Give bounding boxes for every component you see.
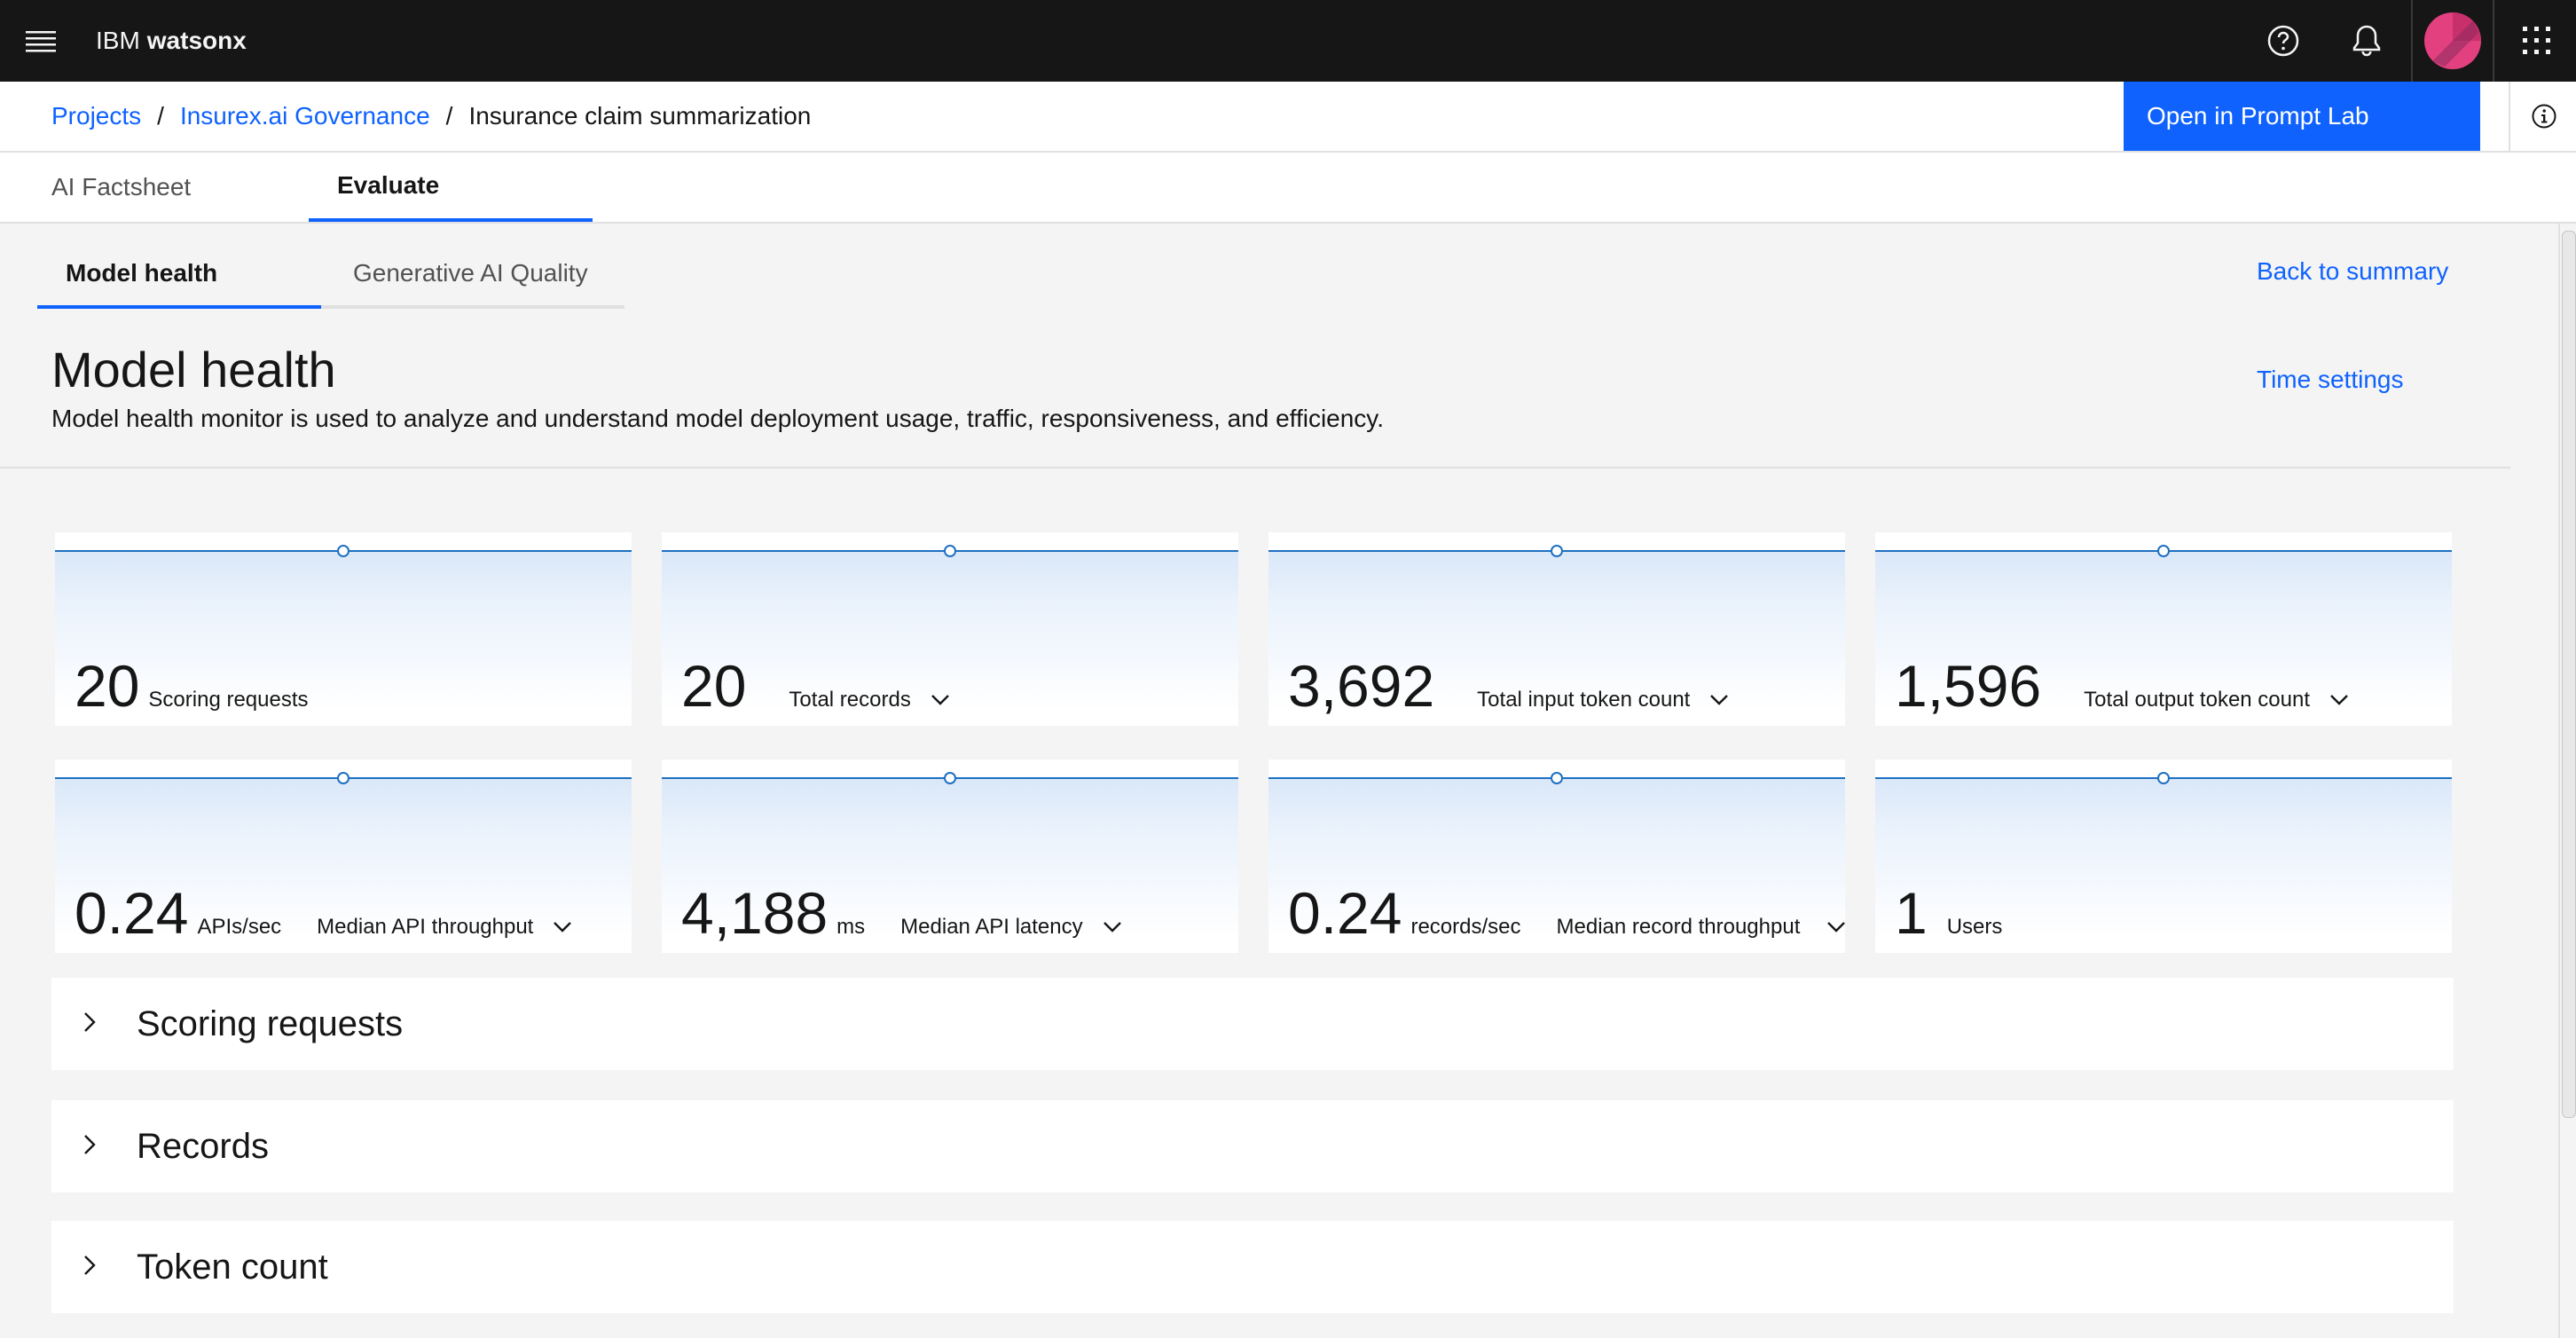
app-switcher-icon[interactable] xyxy=(2496,0,2576,82)
scrollbar-thumb[interactable] xyxy=(2562,231,2576,1118)
sparkline-marker xyxy=(944,772,956,784)
metric-tile-scoring-requests: 20 Scoring requests xyxy=(55,532,632,726)
divider xyxy=(0,467,2510,468)
metric-label: Scoring requests xyxy=(148,688,309,712)
chevron-right-icon xyxy=(83,1011,96,1037)
sparkline-marker xyxy=(1551,545,1563,557)
metric-tile-total-input-token-count: 3,692 Total input token count xyxy=(1268,532,1845,726)
metric-value: 4,188 xyxy=(681,880,829,946)
metric-tile-median-api-latency: 4,188 ms Median API latency xyxy=(662,760,1238,953)
page-title: Model health xyxy=(51,342,336,397)
metric-tile-median-api-throughput: 0.24 APIs/sec Median API throughput xyxy=(55,760,632,953)
metric-tile-total-records: 20 Total records xyxy=(662,532,1238,726)
metric-unit: APIs/sec xyxy=(197,915,282,939)
chevron-down-icon[interactable] xyxy=(553,921,572,933)
sparkline-marker xyxy=(337,772,349,784)
metric-label: Total input token count xyxy=(1477,688,1691,712)
chevron-down-icon[interactable] xyxy=(1709,694,1729,706)
breadcrumb-projects[interactable]: Projects xyxy=(51,102,141,130)
metric-value: 20 xyxy=(75,653,140,719)
metric-label: Total output token count xyxy=(2084,688,2311,712)
sparkline-marker xyxy=(337,545,349,557)
chevron-down-icon[interactable] xyxy=(1103,921,1122,933)
accordion-title: Records xyxy=(137,1126,269,1166)
sparkline-marker xyxy=(2157,772,2170,784)
chevron-right-icon xyxy=(83,1255,96,1280)
chevron-down-icon[interactable] xyxy=(931,694,950,706)
sparkline-marker xyxy=(1551,772,1563,784)
metric-unit: records/sec xyxy=(1410,915,1521,939)
breadcrumb-separator: / xyxy=(157,102,164,130)
metric-tile-total-output-token-count: 1,596 Total output token count xyxy=(1875,532,2452,726)
open-in-prompt-lab-button[interactable]: Open in Prompt Lab xyxy=(2124,82,2480,151)
metric-value: 0.24 xyxy=(75,880,189,946)
time-settings-link[interactable]: Time settings xyxy=(2257,366,2403,394)
chevron-right-icon xyxy=(83,1134,96,1160)
breadcrumb-current: Insurance claim summarization xyxy=(468,102,812,130)
breadcrumb-project[interactable]: Insurex.ai Governance xyxy=(180,102,430,130)
brand-prefix: IBM xyxy=(96,27,140,54)
accordion-records[interactable]: Records xyxy=(51,1100,2454,1192)
top-header: IBM watsonx xyxy=(0,0,2576,82)
help-icon[interactable] xyxy=(2242,0,2324,82)
main-tabs: AI Factsheet Evaluate xyxy=(0,153,2576,224)
tab-ai-factsheet[interactable]: AI Factsheet xyxy=(23,153,309,222)
metric-value: 1,596 xyxy=(1895,653,2042,719)
breadcrumb-separator: / xyxy=(445,102,453,130)
metric-label: Users xyxy=(1946,915,2003,939)
menu-icon[interactable] xyxy=(0,0,82,82)
metric-value: 1 xyxy=(1895,880,1928,946)
page-description: Model health monitor is used to analyze … xyxy=(51,405,1385,432)
brand-logo[interactable]: IBM watsonx xyxy=(96,0,247,82)
accordion-scoring-requests[interactable]: Scoring requests xyxy=(51,978,2454,1070)
chevron-down-icon[interactable] xyxy=(1826,921,1845,933)
tab-evaluate[interactable]: Evaluate xyxy=(309,153,593,222)
metric-unit: ms xyxy=(836,915,866,939)
breadcrumb: Projects / Insurex.ai Governance / Insur… xyxy=(51,82,811,151)
sparkline-marker xyxy=(944,545,956,557)
chevron-down-icon[interactable] xyxy=(2329,694,2349,706)
back-to-summary-link[interactable]: Back to summary xyxy=(2257,257,2448,286)
tab-generative-ai-quality[interactable]: Generative AI Quality xyxy=(321,241,624,309)
info-icon[interactable] xyxy=(2509,82,2576,151)
metric-label: Median record throughput xyxy=(1556,915,1801,939)
avatar[interactable] xyxy=(2411,0,2494,82)
accordion-title: Scoring requests xyxy=(137,1004,404,1043)
metric-tile-median-record-throughput: 0.24 records/sec Median record throughpu… xyxy=(1268,760,1845,953)
metric-value: 0.24 xyxy=(1288,880,1402,946)
metric-label: Median API throughput xyxy=(317,915,534,939)
metric-tile-users: 1 Users xyxy=(1875,760,2452,953)
sparkline-marker xyxy=(2157,545,2170,557)
brand-name: watsonx xyxy=(146,27,247,54)
tab-model-health[interactable]: Model health xyxy=(37,241,321,309)
metric-label: Median API latency xyxy=(900,915,1083,939)
metric-value: 20 xyxy=(681,653,747,719)
metric-label: Total records xyxy=(789,688,911,712)
accordion-token-count[interactable]: Token count xyxy=(51,1221,2454,1313)
breadcrumb-bar: Projects / Insurex.ai Governance / Insur… xyxy=(0,82,2576,153)
notification-icon[interactable] xyxy=(2326,0,2407,82)
accordion-title: Token count xyxy=(137,1247,328,1287)
metric-value: 3,692 xyxy=(1288,653,1435,719)
